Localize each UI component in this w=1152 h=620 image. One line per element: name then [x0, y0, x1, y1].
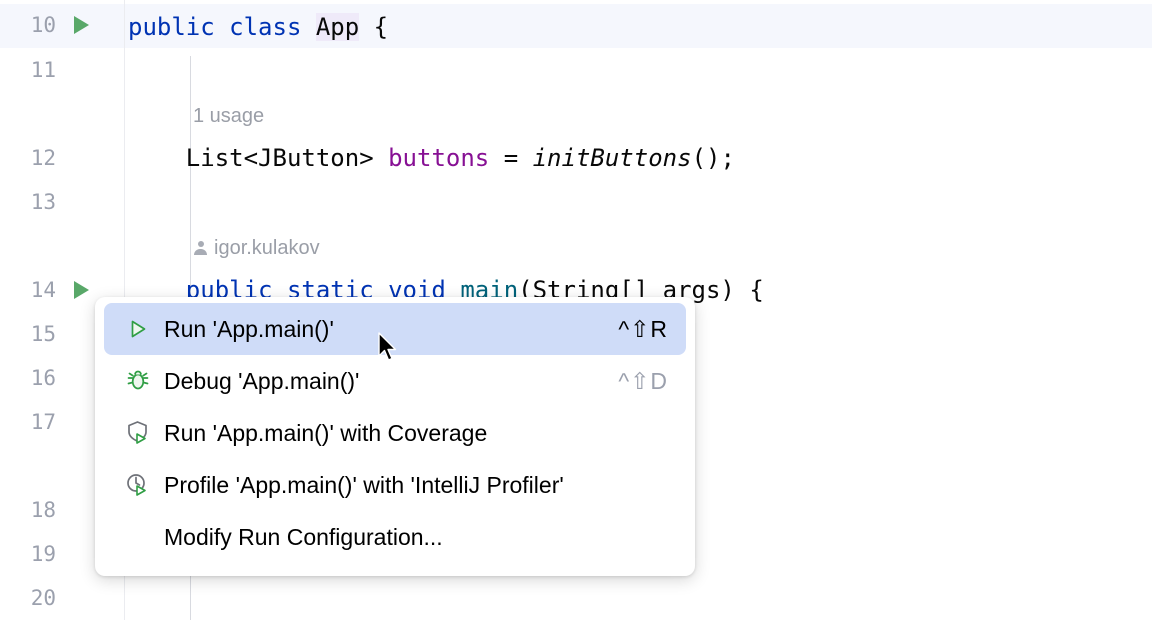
code-token: initButtons	[532, 144, 692, 172]
menu-item-label: Modify Run Configuration...	[164, 523, 443, 550]
code-editor[interactable]: 10 public class App {11 12 List<JButton> b…	[0, 0, 1152, 620]
gutter-run-icon[interactable]	[74, 281, 89, 299]
line-number: 15	[30, 322, 56, 346]
indent-guide	[190, 56, 191, 296]
menu-item[interactable]: Debug 'App.main()' ^⇧D	[104, 355, 686, 407]
profile-icon	[127, 474, 146, 496]
line-number: 10	[30, 13, 56, 37]
menu-item-label: Debug 'App.main()'	[164, 367, 360, 394]
menu-item[interactable]: Modify Run Configuration...	[104, 511, 686, 563]
usage-hint[interactable]: 1 usage	[193, 104, 264, 128]
menu-item-label: Run 'App.main()'	[164, 315, 334, 342]
code-token: ();	[691, 144, 735, 172]
hint-label: igor.kulakov	[214, 237, 320, 259]
menu-item-label: Profile 'App.main()' with 'IntelliJ Prof…	[164, 471, 564, 498]
person-icon	[193, 240, 208, 256]
line-number: 16	[30, 366, 56, 390]
debug-icon	[124, 367, 152, 395]
indent-guide	[190, 576, 191, 620]
code-token: buttons	[388, 144, 490, 172]
debug-icon	[127, 370, 149, 390]
menu-item[interactable]: Run 'App.main()' ^⇧R	[104, 303, 686, 355]
line-number: 20	[30, 586, 56, 610]
code-token: public	[128, 13, 230, 41]
coverage-icon	[128, 421, 147, 444]
menu-item-label: Run 'App.main()' with Coverage	[164, 419, 488, 446]
line-number: 18	[30, 498, 56, 522]
line-number: 14	[30, 278, 56, 302]
menu-item[interactable]: Profile 'App.main()' with 'IntelliJ Prof…	[104, 459, 686, 511]
profile-icon	[124, 471, 152, 499]
menu-item-shortcut: ^⇧D	[618, 367, 668, 394]
code-line: List<JButton> buttons = initButtons();	[128, 144, 735, 172]
hint-label: 1 usage	[193, 105, 265, 127]
menu-item[interactable]: Run 'App.main()' with Coverage	[104, 407, 686, 459]
run-icon	[124, 315, 152, 343]
author-hint[interactable]: igor.kulakov	[193, 236, 320, 260]
run-context-menu[interactable]: Run 'App.main()' ^⇧R Debug 'App.main()' ^⇧D…	[95, 297, 695, 576]
code-token: App	[315, 13, 360, 41]
line-number: 11	[30, 58, 56, 82]
code-line: public class App {	[128, 13, 388, 41]
code-token: List<JButton>	[128, 144, 389, 172]
line-number: 19	[30, 542, 56, 566]
no-icon-spacer	[124, 523, 152, 551]
line-number: 17	[30, 410, 56, 434]
line-number: 12	[30, 146, 56, 170]
coverage-icon	[124, 419, 152, 447]
code-token: =	[489, 144, 533, 172]
code-token: class	[229, 13, 316, 41]
run-icon	[131, 320, 146, 338]
menu-item-shortcut: ^⇧R	[618, 315, 668, 342]
line-number: 13	[30, 190, 56, 214]
code-token: {	[359, 13, 389, 41]
gutter-run-icon[interactable]	[74, 16, 89, 34]
